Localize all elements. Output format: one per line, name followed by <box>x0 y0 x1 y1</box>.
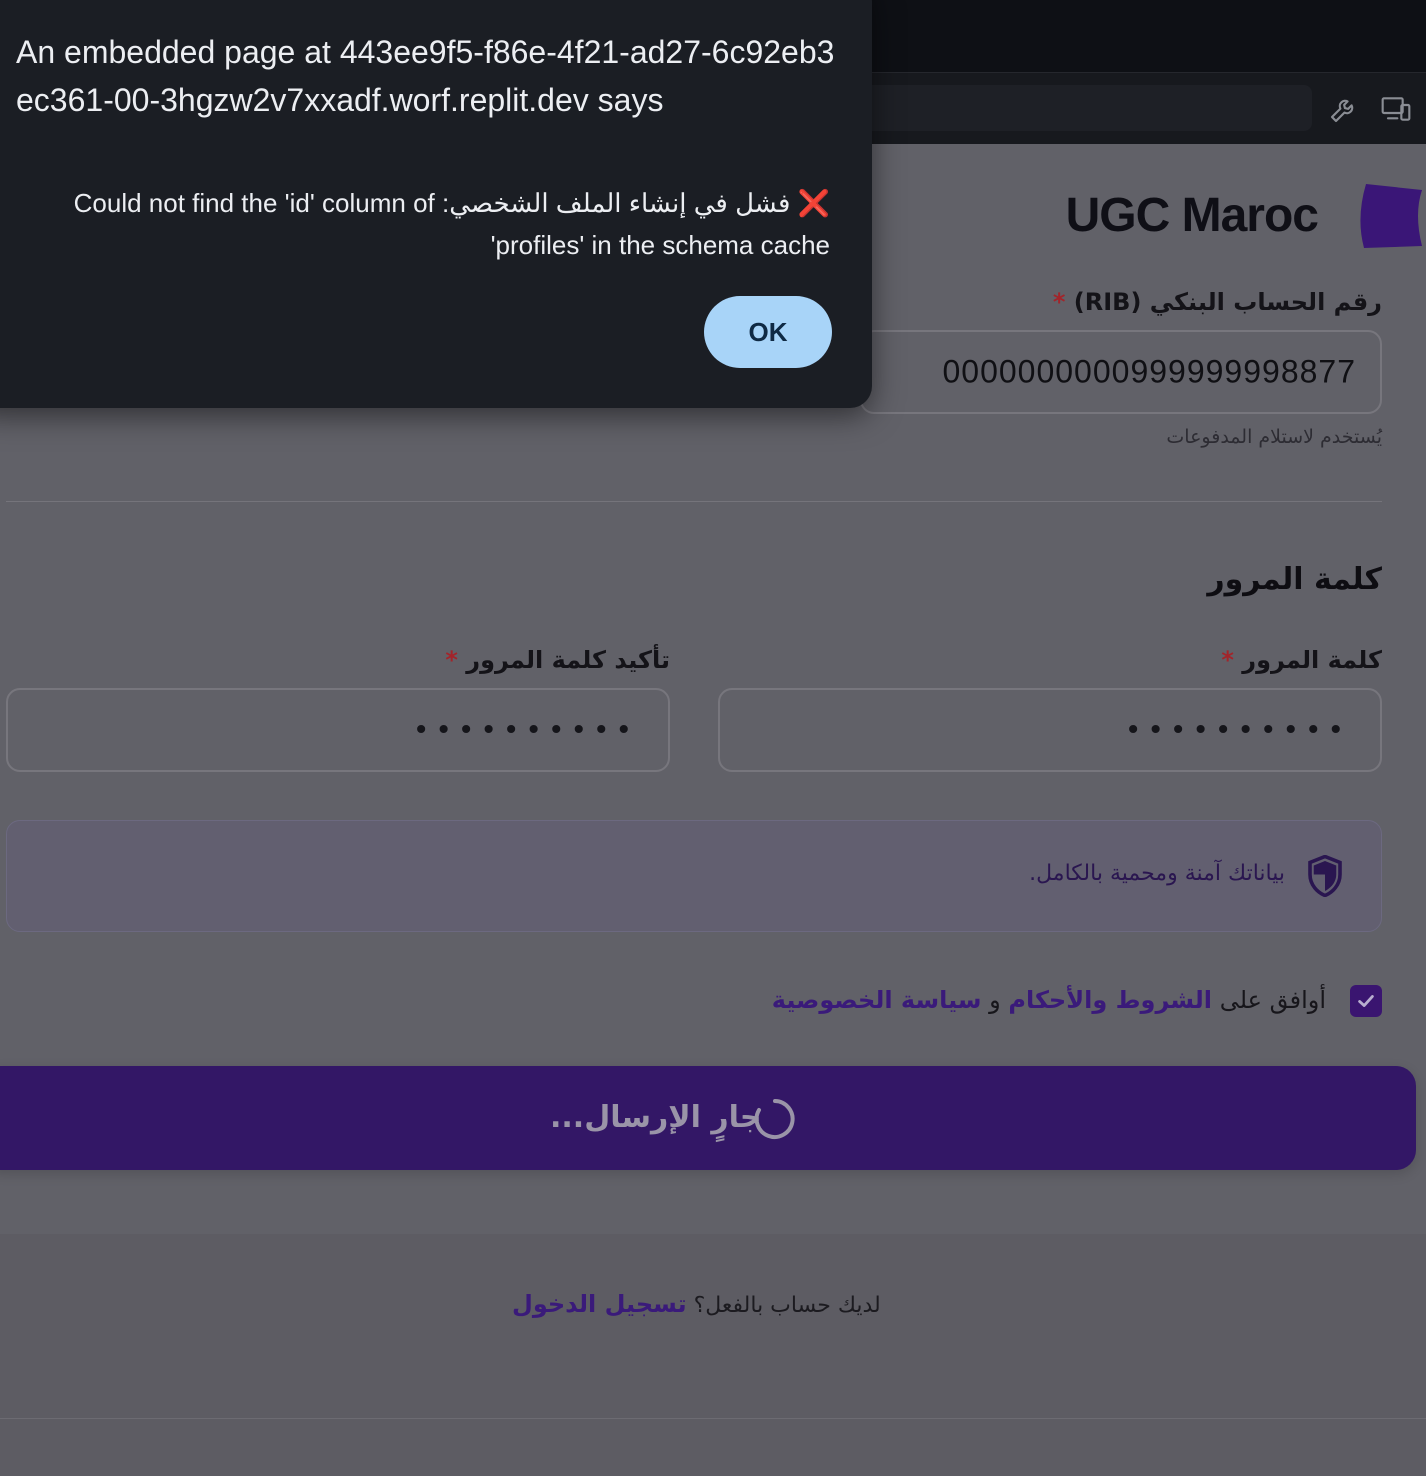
password-section-title: كلمة المرور <box>1207 562 1382 597</box>
dialog-message: ❌ فشل في إنشاء الملف الشخصي: Could not f… <box>50 182 830 266</box>
brand-name: UGC Maroc <box>1065 189 1319 242</box>
check-icon <box>1358 995 1374 1007</box>
login-prompt: لديك حساب بالفعل؟ <box>693 1293 881 1318</box>
dialog-message-text: فشل في إنشاء الملف الشخصي: Could not fin… <box>73 188 830 260</box>
devices-icon[interactable] <box>1380 93 1412 125</box>
submit-button[interactable]: جارٍ الإرسال... <box>0 1066 1416 1170</box>
login-link[interactable]: تسجيل الدخول <box>512 1290 687 1318</box>
submit-label: جارٍ الإرسال... <box>550 1100 762 1135</box>
brand-logo-icon <box>1360 184 1422 248</box>
rib-value: 0000000000999999998877 <box>942 353 1356 390</box>
password-input[interactable]: •••••••••• <box>718 688 1382 772</box>
terms-checkbox[interactable] <box>1350 985 1382 1017</box>
secure-notice-text: بياناتك آمنة ومحمية بالكامل. <box>1029 861 1285 886</box>
terms-prefix: أوافق على <box>1219 986 1326 1014</box>
shield-icon <box>1308 855 1342 897</box>
login-footer: لديك حساب بالفعل؟ تسجيل الدخول <box>0 1234 1426 1476</box>
terms-link[interactable]: الشروط والأحكام <box>1008 986 1212 1014</box>
login-prompt-line: لديك حساب بالفعل؟ تسجيل الدخول <box>512 1290 881 1318</box>
confirm-password-label: تأكيد كلمة المرور * <box>445 646 670 674</box>
rib-label: رقم الحساب البنكي (RIB) * <box>1052 288 1382 316</box>
confirm-password-input[interactable]: •••••••••• <box>6 688 670 772</box>
rib-input[interactable]: 0000000000999999998877 <box>860 330 1382 414</box>
password-value: •••••••••• <box>1124 713 1350 747</box>
error-x-icon: ❌ <box>797 188 830 218</box>
rib-hint: يُستخدم لاستلام المدفوعات <box>1166 426 1382 448</box>
section-divider <box>6 501 1382 502</box>
screen: UGC Maroc رقم الحساب البنكي (RIB) * 0000… <box>0 0 1426 1476</box>
privacy-link[interactable]: سياسة الخصوصية <box>772 986 982 1014</box>
secure-notice: بياناتك آمنة ومحمية بالكامل. <box>6 820 1382 932</box>
terms-and: و <box>989 986 1001 1014</box>
alert-dialog: An embedded page at 443ee9f5-f86e-4f21-a… <box>0 0 872 408</box>
terms-agreement: أوافق على الشروط والأحكام و سياسة الخصوص… <box>772 986 1326 1014</box>
password-label: كلمة المرور * <box>1221 646 1382 674</box>
confirm-password-value: •••••••••• <box>412 713 638 747</box>
footer-divider <box>0 1418 1426 1419</box>
dialog-title: An embedded page at 443ee9f5-f86e-4f21-a… <box>16 34 835 118</box>
wrench-icon[interactable] <box>1328 93 1360 125</box>
address-bar[interactable] <box>860 85 1312 131</box>
ok-button[interactable]: OK <box>704 296 832 368</box>
